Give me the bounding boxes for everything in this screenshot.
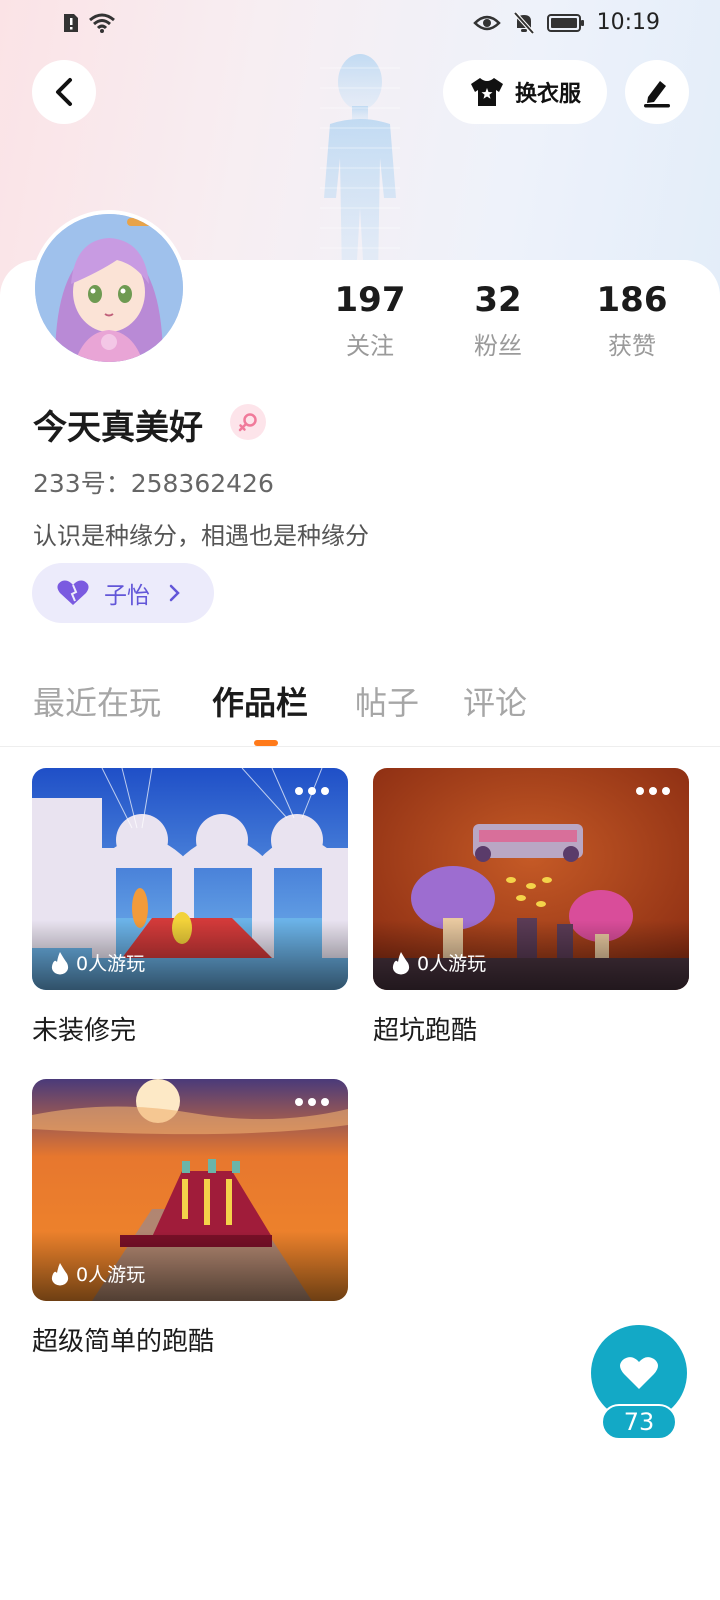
stat-following-label: 关注 <box>346 332 394 360</box>
eye-icon <box>472 15 501 30</box>
play-count-text: 0人游玩 <box>76 953 146 975</box>
stat-following[interactable]: 197 关注 <box>310 278 430 361</box>
change-outfit-label: 换衣服 <box>514 82 581 107</box>
battery-icon <box>546 13 584 32</box>
mute-bell-icon <box>513 11 535 34</box>
chevron-left-icon <box>56 78 72 106</box>
like-count-badge: 73 <box>601 1404 677 1440</box>
stat-followers-count: 32 <box>474 280 522 320</box>
avatar-hologram-figure <box>320 54 400 278</box>
edit-profile-button[interactable] <box>625 60 689 124</box>
sim-alert-icon <box>64 14 78 32</box>
avatar[interactable] <box>31 210 187 366</box>
gender-badge <box>230 404 266 440</box>
play-count: 0人游玩 <box>50 949 145 976</box>
work-thumbnail[interactable]: 0人游玩 <box>32 1079 348 1301</box>
pencil-icon <box>644 81 670 108</box>
user-id: 233号：258362426 <box>33 469 274 498</box>
work-thumbnail[interactable]: 0人游玩 <box>32 768 348 990</box>
flame-icon <box>51 951 69 974</box>
heart-icon <box>620 1357 658 1389</box>
back-button[interactable] <box>32 60 96 124</box>
work-title: 未装修完 <box>32 1016 137 1046</box>
status-bar: 10:19 <box>0 0 720 50</box>
play-count-text: 0人游玩 <box>417 953 487 975</box>
chevron-right-icon <box>169 584 180 602</box>
tab-comments[interactable]: 评论 <box>463 678 527 724</box>
work-title: 超坑跑酷 <box>373 1016 478 1046</box>
tab-recently-played[interactable]: 最近在玩 <box>33 678 161 724</box>
stat-likes[interactable]: 186 获赞 <box>572 278 692 361</box>
more-options-icon[interactable] <box>294 786 330 796</box>
flame-icon <box>392 951 410 974</box>
heart-icon <box>57 580 89 605</box>
work-card[interactable]: 0人游玩 未装修完 <box>32 768 348 1047</box>
clock-time: 10:19 <box>596 10 660 35</box>
nickname: 今天真美好 <box>33 408 203 448</box>
work-title: 超级简单的跑酷 <box>32 1327 215 1357</box>
stat-followers[interactable]: 32 粉丝 <box>438 278 558 361</box>
play-count-text: 0人游玩 <box>76 1264 146 1286</box>
profile-tabs: 最近在玩 作品栏 帖子 评论 <box>0 678 720 748</box>
stat-likes-label: 获赞 <box>608 332 656 360</box>
relationship-chip[interactable]: 子怡 <box>32 563 214 623</box>
flame-icon <box>51 1262 69 1285</box>
tab-works[interactable]: 作品栏 <box>212 678 308 724</box>
relationship-name: 子怡 <box>104 583 150 609</box>
wifi-icon <box>89 13 115 33</box>
play-count: 0人游玩 <box>50 1260 145 1287</box>
anime-girl-avatar-image <box>35 214 183 362</box>
bio: 认识是种缘分，相遇也是种缘分 <box>33 522 369 550</box>
female-symbol-icon <box>238 413 257 432</box>
work-card[interactable]: 0人游玩 超级简单的跑酷 <box>32 1079 348 1358</box>
change-outfit-button[interactable]: 换衣服 <box>443 60 607 124</box>
stat-following-count: 197 <box>334 280 406 320</box>
stat-likes-count: 186 <box>596 280 668 320</box>
tshirt-icon <box>470 78 503 106</box>
profile-stats: 197 关注 32 粉丝 186 获赞 <box>310 278 700 368</box>
play-count: 0人游玩 <box>391 949 486 976</box>
work-card[interactable]: 0人游玩 超坑跑酷 <box>373 768 689 1047</box>
tab-posts[interactable]: 帖子 <box>355 678 419 724</box>
stat-followers-label: 粉丝 <box>474 332 522 360</box>
more-options-icon[interactable] <box>635 786 671 796</box>
tab-divider <box>0 746 720 747</box>
more-options-icon[interactable] <box>294 1097 330 1107</box>
work-thumbnail[interactable]: 0人游玩 <box>373 768 689 990</box>
